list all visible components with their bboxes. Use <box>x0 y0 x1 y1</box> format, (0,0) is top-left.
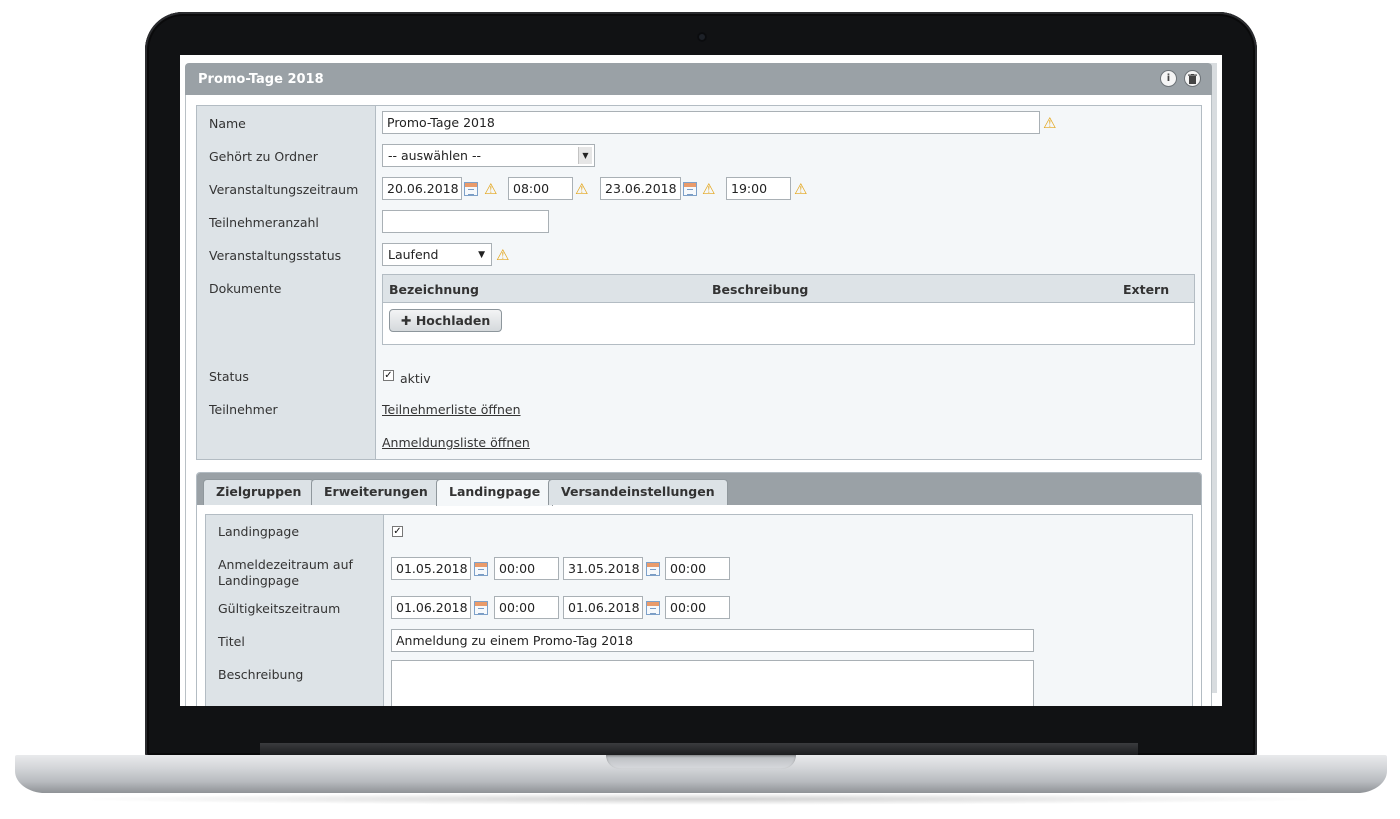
calendar-icon[interactable] <box>474 601 488 615</box>
calendar-icon[interactable] <box>646 562 660 576</box>
landingpage-form: Landingpage Anmeldezeitraum auf Landingp… <box>205 514 1193 706</box>
laptop-notch <box>606 755 796 769</box>
tab-zielgruppen[interactable]: Zielgruppen <box>203 479 315 505</box>
plus-icon: ✚ <box>401 313 412 328</box>
tab-versandeinstellungen[interactable]: Versandeinstellungen <box>548 479 728 505</box>
validity-end-date[interactable]: 01.06.2018 <box>563 596 643 619</box>
documents-table-header: Bezeichnung Beschreibung Extern <box>383 275 1194 303</box>
laptop-shadow <box>60 793 1340 805</box>
trash-icon[interactable] <box>1184 70 1201 87</box>
chevron-down-icon: ▼ <box>478 250 485 260</box>
chevron-down-icon: ▼ <box>578 147 592 164</box>
validity-period-label: Gültigkeitszeitraum <box>218 601 341 616</box>
landingpage-label: Landingpage <box>218 524 300 539</box>
calendar-icon[interactable] <box>464 182 478 196</box>
documents-label: Dokumente <box>209 281 282 296</box>
tab-erweiterungen[interactable]: Erweiterungen <box>311 479 441 505</box>
registration-start-date[interactable]: 01.05.2018 <box>391 557 471 580</box>
registration-period-label: Anmeldezeitraum auf Landingpage <box>218 557 353 588</box>
folder-label: Gehört zu Ordner <box>209 149 318 164</box>
status-label: Status <box>209 369 249 384</box>
event-status-select[interactable]: Laufend ▼ <box>382 243 492 266</box>
validity-start-time[interactable]: 00:00 <box>494 596 559 619</box>
participants-count-label: Teilnehmeranzahl <box>209 215 319 230</box>
calendar-icon[interactable] <box>683 182 697 196</box>
documents-table: Bezeichnung Beschreibung Extern ✚ Hochla… <box>382 274 1195 345</box>
description-textarea[interactable] <box>391 660 1034 706</box>
validity-start-date[interactable]: 01.06.2018 <box>391 596 471 619</box>
landingpage-checkbox[interactable]: ✓ <box>392 526 403 537</box>
title-label: Titel <box>218 634 245 649</box>
registration-list-link[interactable]: Anmeldungsliste öffnen <box>382 435 530 450</box>
event-status-label: Veranstaltungsstatus <box>209 248 342 263</box>
period-end-time[interactable]: 19:00 <box>726 177 791 200</box>
title-input[interactable]: Anmeldung zu einem Promo-Tag 2018 <box>391 629 1034 652</box>
panel-title: Promo-Tage 2018 <box>198 72 324 87</box>
period-label: Veranstaltungszeitraum <box>209 182 359 197</box>
screen: Promo-Tage 2018 i Name Gehört zu Ordner … <box>180 55 1222 706</box>
participants-count-input[interactable] <box>382 210 549 233</box>
warning-icon: ⚠ <box>1043 114 1057 132</box>
registration-end-date[interactable]: 31.05.2018 <box>563 557 643 580</box>
period-start-date[interactable]: 20.06.2018 <box>382 177 462 200</box>
status-checkbox[interactable]: ✓ <box>383 370 394 381</box>
tab-bar: Zielgruppen Erweiterungen Landingpage Ve… <box>197 473 1201 506</box>
registration-end-time[interactable]: 00:00 <box>665 557 730 580</box>
period-end-date[interactable]: 23.06.2018 <box>600 177 681 200</box>
registration-start-time[interactable]: 00:00 <box>494 557 559 580</box>
folder-select[interactable]: -- auswählen -- ▼ <box>382 144 595 167</box>
upload-button[interactable]: ✚ Hochladen <box>389 309 503 332</box>
name-label: Name <box>209 116 246 131</box>
event-status-value: Laufend <box>388 247 439 262</box>
calendar-icon[interactable] <box>646 601 660 615</box>
column-header: Extern <box>1123 282 1170 297</box>
validity-end-time[interactable]: 00:00 <box>665 596 730 619</box>
info-circle-icon[interactable]: i <box>1160 70 1177 87</box>
tab-panel: Zielgruppen Erweiterungen Landingpage Ve… <box>196 472 1202 706</box>
warning-icon: ⚠ <box>794 180 808 198</box>
status-checkbox-label: aktiv <box>400 371 431 386</box>
column-header: Bezeichnung <box>389 282 479 297</box>
name-input[interactable]: Promo-Tage 2018 <box>382 111 1040 134</box>
column-header: Beschreibung <box>712 282 809 297</box>
tab-landingpage[interactable]: Landingpage <box>436 479 554 506</box>
participant-list-link[interactable]: Teilnehmerliste öffnen <box>382 402 521 417</box>
period-start-time[interactable]: 08:00 <box>508 177 573 200</box>
webcam <box>697 32 707 42</box>
folder-select-value: -- auswählen -- <box>388 148 481 163</box>
panel-body: Name Gehört zu Ordner Veranstaltungszeit… <box>185 95 1212 706</box>
warning-icon: ⚠ <box>484 180 498 198</box>
panel-header: Promo-Tage 2018 i <box>185 63 1212 95</box>
description-label: Beschreibung <box>218 667 304 682</box>
upload-button-label: Hochladen <box>415 313 491 328</box>
calendar-icon[interactable] <box>474 562 488 576</box>
event-form: Name Gehört zu Ordner Veranstaltungszeit… <box>196 105 1202 460</box>
warning-icon: ⚠ <box>702 180 716 198</box>
participants-label: Teilnehmer <box>209 402 278 417</box>
warning-icon: ⚠ <box>575 180 589 198</box>
warning-icon: ⚠ <box>496 246 510 264</box>
